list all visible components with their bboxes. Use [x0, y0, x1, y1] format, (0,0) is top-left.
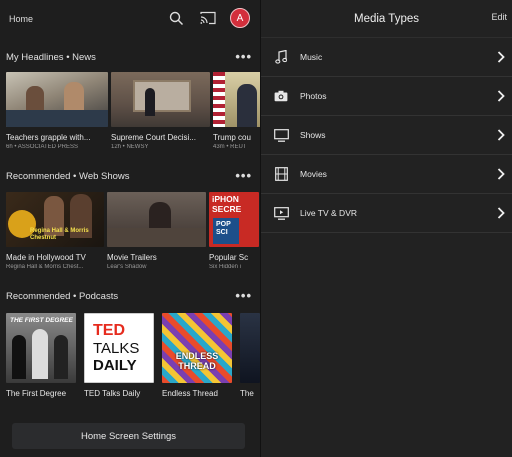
- monitor-icon: [273, 128, 289, 142]
- webshow-thumbnail: iPHON SECRE POP SCI: [209, 192, 259, 247]
- webshow-art-text: Regina Hall & Morris Chestnut: [30, 228, 89, 241]
- podcast-caption: The First Degree: [6, 389, 67, 398]
- podcast-art-text: TALKS: [93, 340, 140, 357]
- cast-icon[interactable]: [198, 8, 218, 28]
- webshow-art-text: iPHON SECRE: [212, 194, 242, 214]
- webshow-card[interactable]: Movie Trailers Lear's Shadow: [107, 192, 206, 270]
- media-types-title: Media Types: [354, 12, 419, 25]
- webshow-art-logo: POP SCI: [213, 218, 239, 244]
- podcast-art-text: ENDLESS THREAD: [175, 351, 219, 371]
- podcast-artwork: [240, 313, 260, 383]
- home-panel: Home A My Headlines • News ••• Teachers …: [0, 0, 260, 457]
- news-caption: Teachers grapple with...: [6, 133, 91, 142]
- media-item-movies[interactable]: Movies: [261, 155, 512, 194]
- webshow-subtitle: Regina Hall & Morris Chest...: [6, 264, 84, 270]
- chevron-right-icon: [497, 51, 505, 65]
- media-types-header: Media Types Edit: [261, 0, 512, 38]
- media-item-label: Shows: [300, 130, 326, 140]
- more-options-icon[interactable]: •••: [235, 50, 252, 63]
- media-item-music[interactable]: Music: [261, 38, 512, 77]
- media-item-label: Music: [300, 52, 323, 62]
- webshow-subtitle: Lear's Shadow: [107, 264, 147, 270]
- news-caption: Trump cou: [213, 133, 251, 142]
- podcasts-row: THE FIRST DEGREE The First Degree TED TA…: [6, 313, 260, 398]
- webshow-thumbnail: Regina Hall & Morris Chestnut: [6, 192, 104, 247]
- webshows-row: Regina Hall & Morris Chestnut Made in Ho…: [6, 192, 259, 270]
- camera-icon: [273, 89, 289, 103]
- webshows-header: Recommended • Web Shows •••: [6, 169, 252, 183]
- search-icon[interactable]: [166, 8, 186, 28]
- webshow-thumbnail: [107, 192, 206, 247]
- news-thumbnail: [213, 72, 260, 127]
- news-thumbnail: [6, 72, 108, 127]
- chevron-right-icon: [497, 129, 505, 143]
- news-source: 12h • NEWSY: [111, 144, 149, 150]
- podcast-card[interactable]: TED TALKS DAILY TED Talks Daily: [84, 313, 154, 398]
- news-source: 6h • ASSOCIATED PRESS: [6, 144, 79, 150]
- top-actions: A: [166, 8, 250, 28]
- webshow-subtitle: Six Hidden i: [209, 264, 242, 270]
- webshow-caption: Popular Sc: [209, 253, 249, 262]
- more-options-icon[interactable]: •••: [235, 169, 252, 182]
- media-item-live-tv[interactable]: Live TV & DVR: [261, 194, 512, 233]
- media-item-label: Photos: [300, 91, 327, 101]
- webshow-card[interactable]: iPHON SECRE POP SCI Popular Sc Six Hidde…: [209, 192, 259, 270]
- film-icon: [273, 167, 289, 181]
- edit-button[interactable]: Edit: [491, 12, 507, 22]
- podcast-artwork: ENDLESS THREAD: [162, 313, 232, 383]
- webshow-card[interactable]: Regina Hall & Morris Chestnut Made in Ho…: [6, 192, 104, 270]
- home-screen-settings-button[interactable]: Home Screen Settings: [12, 423, 245, 449]
- avatar[interactable]: A: [230, 8, 250, 28]
- media-item-label: Movies: [300, 169, 327, 179]
- webshow-caption: Made in Hollywood TV: [6, 253, 86, 262]
- podcast-art-text: DAILY: [93, 357, 137, 374]
- podcast-art-text: TED: [93, 322, 125, 339]
- podcast-art-text: THE FIRST DEGREE: [10, 317, 73, 324]
- news-thumbnail: [111, 72, 210, 127]
- podcast-caption: Endless Thread: [162, 389, 218, 398]
- chevron-right-icon: [497, 90, 505, 104]
- home-title: Home: [9, 14, 34, 24]
- media-types-panel: Media Types Edit Music Photos Shows Movi…: [260, 0, 512, 457]
- more-options-icon[interactable]: •••: [235, 289, 252, 302]
- music-note-icon: [273, 50, 289, 64]
- headlines-row: Teachers grapple with... 6h • ASSOCIATED…: [6, 72, 260, 150]
- avatar-letter: A: [236, 12, 244, 24]
- live-tv-icon: [273, 206, 289, 220]
- podcast-artwork: THE FIRST DEGREE: [6, 313, 76, 383]
- chevron-right-icon: [497, 168, 505, 182]
- chevron-right-icon: [497, 207, 505, 221]
- news-source: 43m • REUT: [213, 144, 247, 150]
- podcast-artwork: TED TALKS DAILY: [84, 313, 154, 383]
- news-caption: Supreme Court Decisi...: [111, 133, 196, 142]
- podcast-caption: TED Talks Daily: [84, 389, 141, 398]
- podcast-card[interactable]: THE FIRST DEGREE The First Degree: [6, 313, 76, 398]
- podcasts-title: Recommended • Podcasts: [6, 290, 119, 302]
- home-topbar: Home A: [0, 0, 260, 38]
- podcast-card[interactable]: ENDLESS THREAD Endless Thread: [162, 313, 232, 398]
- headlines-header: My Headlines • News •••: [6, 50, 252, 64]
- news-card[interactable]: Trump cou 43m • REUT: [213, 72, 260, 150]
- news-card[interactable]: Teachers grapple with... 6h • ASSOCIATED…: [6, 72, 108, 150]
- headlines-title: My Headlines • News: [6, 51, 96, 63]
- media-item-label: Live TV & DVR: [300, 208, 358, 218]
- media-item-shows[interactable]: Shows: [261, 116, 512, 155]
- podcast-caption: The: [240, 389, 254, 398]
- media-item-photos[interactable]: Photos: [261, 77, 512, 116]
- podcast-card[interactable]: The: [240, 313, 260, 398]
- webshows-title: Recommended • Web Shows: [6, 170, 130, 182]
- news-card[interactable]: Supreme Court Decisi... 12h • NEWSY: [111, 72, 210, 150]
- podcasts-header: Recommended • Podcasts •••: [6, 289, 252, 303]
- webshow-caption: Movie Trailers: [107, 253, 157, 262]
